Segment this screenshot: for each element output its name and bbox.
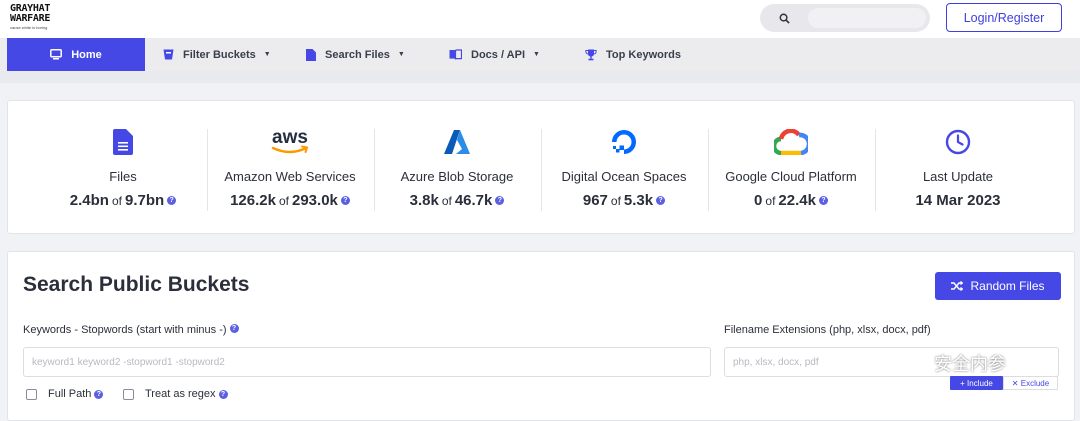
help-icon[interactable]: ?	[229, 324, 239, 333]
svg-text:aws: aws	[272, 127, 308, 148]
login-register-button[interactable]: Login/Register	[946, 3, 1062, 32]
stat-last-update: Last Update 14 Mar 2023	[875, 125, 1041, 215]
full-path-checkbox[interactable]: Full Path?	[26, 388, 104, 400]
file-icon	[306, 48, 316, 61]
nav-separator	[0, 71, 1080, 83]
stat-files: Files 2.4bn of 9.7bn?	[40, 125, 206, 215]
main-nav: Home Filter Buckets ▼ Search Files ▼ Doc…	[0, 38, 1080, 71]
shuffle-icon	[951, 281, 964, 291]
page-title: Search Public Buckets	[23, 273, 250, 296]
search-panel: Search Public Buckets Random Files Keywo…	[7, 251, 1075, 421]
exclude-toggle[interactable]: ✕ Exclude	[1003, 376, 1058, 390]
chevron-down-icon: ▼	[263, 51, 271, 58]
nav-home[interactable]: Home	[7, 38, 145, 71]
stat-digitalocean: Digital Ocean Spaces 967 of 5.3k?	[541, 125, 707, 215]
treat-as-regex-checkbox[interactable]: Treat as regex?	[123, 388, 228, 400]
chevron-down-icon: ▼	[533, 51, 540, 58]
nav-search-files[interactable]: Search Files ▼	[306, 38, 405, 71]
stat-gcp: Google Cloud Platform 0 of 22.4k?	[708, 125, 874, 215]
extensions-label: Filename Extensions (php, xlsx, docx, pd…	[724, 324, 931, 336]
watermark: 安全内参	[900, 350, 1006, 376]
chevron-down-icon: ▼	[397, 51, 405, 58]
keywords-input[interactable]	[23, 347, 711, 377]
help-icon[interactable]: ?	[818, 196, 828, 205]
stats-panel: Files 2.4bn of 9.7bn? aws Amazon Web Servi…	[7, 100, 1075, 234]
nav-docs-api[interactable]: Docs / API ▼	[449, 38, 540, 71]
clock-icon	[875, 125, 1041, 159]
wechat-icon	[900, 352, 929, 374]
help-icon[interactable]: ?	[218, 389, 228, 399]
aws-logo: aws	[207, 125, 373, 159]
azure-logo	[374, 125, 540, 159]
help-icon[interactable]: ?	[656, 196, 666, 205]
bucket-icon	[163, 49, 174, 60]
help-icon[interactable]: ?	[340, 196, 350, 205]
stat-azure: Azure Blob Storage 3.8k of 46.7k?	[374, 125, 540, 215]
digitalocean-logo	[541, 125, 707, 159]
gcp-logo	[708, 125, 874, 159]
include-toggle[interactable]: + Include	[950, 376, 1003, 390]
search-box	[760, 4, 930, 32]
nav-filter-buckets[interactable]: Filter Buckets ▼	[163, 38, 271, 71]
site-logo[interactable]: GRAYHAT WARFARE cause white is boring	[10, 4, 70, 36]
book-icon	[449, 49, 462, 60]
extensions-input[interactable]	[724, 347, 1059, 377]
top-bar: GRAYHAT WARFARE cause white is boring Lo…	[0, 0, 1080, 38]
stat-aws: aws Amazon Web Services 126.2k of 293.0k?	[207, 125, 373, 215]
nav-top-keywords[interactable]: Top Keywords	[585, 38, 681, 71]
help-icon[interactable]: ?	[167, 196, 177, 205]
keywords-label: Keywords - Stopwords (start with minus -…	[23, 324, 239, 336]
trophy-icon	[585, 49, 597, 61]
random-files-button[interactable]: Random Files	[935, 272, 1061, 300]
help-icon[interactable]: ?	[495, 196, 505, 205]
search-input[interactable]	[808, 8, 926, 28]
help-icon[interactable]: ?	[94, 389, 104, 399]
close-icon: ✕	[1011, 378, 1021, 388]
plus-icon: +	[960, 378, 968, 388]
monitor-icon	[50, 49, 63, 60]
file-icon	[40, 125, 206, 159]
search-icon[interactable]	[760, 4, 808, 32]
